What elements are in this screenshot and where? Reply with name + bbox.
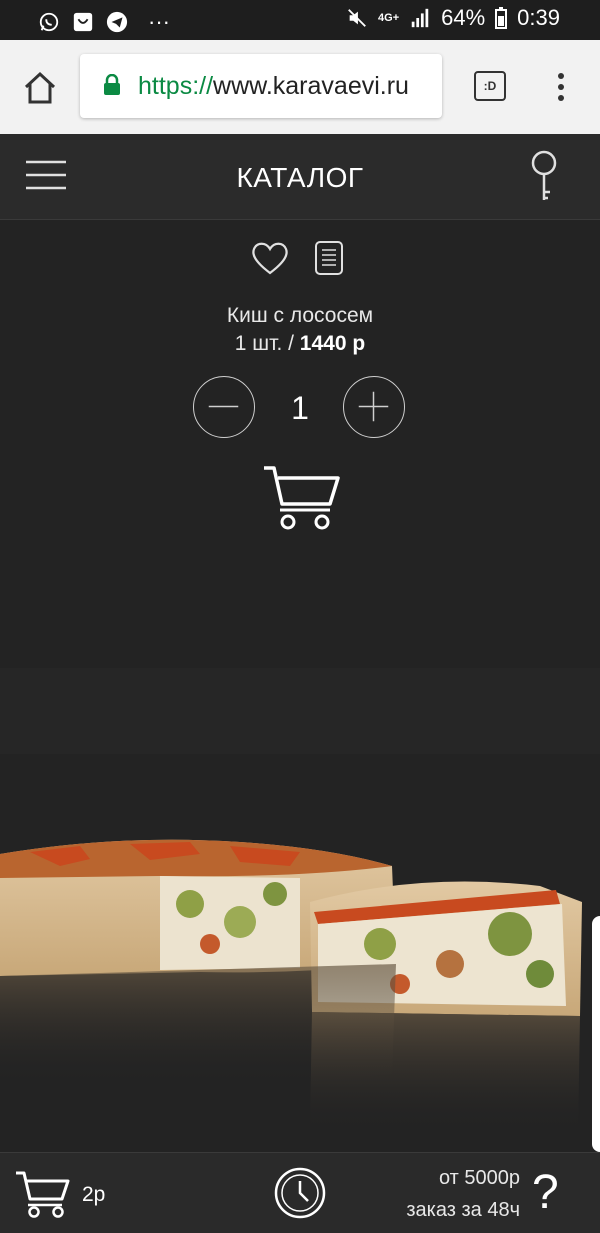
description-doc-icon[interactable] — [314, 240, 344, 276]
clock-time: 0:39 — [517, 5, 560, 30]
product-name: Киш с лососем — [226, 304, 374, 327]
smile-app-icon — [73, 12, 93, 32]
key-icon[interactable] — [528, 150, 560, 204]
min-order-text: от 5000р — [438, 1167, 520, 1189]
battery-level: 64% — [441, 5, 486, 30]
site-footer: 2р от 5000р заказ за 48ч ? — [0, 1152, 600, 1233]
mute-icon — [348, 9, 366, 27]
clock-icon[interactable] — [274, 1167, 326, 1219]
plus-icon — [358, 391, 389, 422]
minus-icon — [208, 405, 239, 408]
side-tab[interactable] — [592, 916, 600, 1152]
quantity-value: 1 — [291, 390, 309, 426]
cart-icon[interactable] — [14, 1169, 70, 1219]
product-price: 1440 р — [299, 332, 366, 355]
product-unit: 1 шт. / — [234, 332, 294, 355]
product-photo — [0, 754, 600, 1152]
whatsapp-icon — [39, 12, 59, 32]
divider-band — [0, 668, 600, 754]
more-options-icon[interactable] — [556, 72, 566, 102]
address-bar[interactable]: https://www.karavaevi.ru — [80, 54, 442, 118]
decrease-quantity-button[interactable] — [193, 376, 255, 438]
increase-quantity-button[interactable] — [343, 376, 405, 438]
tabs-button[interactable]: :D — [474, 71, 506, 101]
product-panel: Киш с лососем 1 шт. / 1440 р 1 — [0, 220, 600, 668]
telegram-icon — [106, 11, 128, 33]
product-price-line: 1 шт. / 1440 р — [0, 332, 600, 356]
home-icon[interactable] — [22, 70, 58, 106]
lead-time-text: заказ за 48ч — [406, 1199, 520, 1221]
url-text: https://www.karavaevi.ru — [138, 72, 409, 101]
more-notifications: ··· — [148, 9, 170, 34]
status-bar: ··· 4G+ 64% 0:39 — [0, 0, 600, 40]
battery-icon — [495, 7, 508, 29]
site-header: КАТАЛОГ — [0, 134, 600, 220]
favorite-heart-icon[interactable] — [250, 240, 290, 276]
notification-icons: ··· — [38, 9, 170, 35]
add-to-cart-icon[interactable] — [262, 464, 342, 532]
signal-icon — [411, 8, 429, 28]
cart-total[interactable]: 2р — [82, 1183, 105, 1207]
url-host: www.karavaevi.ru — [213, 72, 409, 100]
page-title: КАТАЛОГ — [236, 162, 364, 193]
quiche-image — [0, 839, 582, 1134]
network-type: 4G+ — [378, 12, 400, 24]
help-button[interactable]: ? — [532, 1165, 559, 1220]
browser-toolbar: https://www.karavaevi.ru :D — [0, 40, 600, 134]
url-scheme: https:// — [138, 72, 214, 100]
lock-icon — [104, 74, 120, 95]
